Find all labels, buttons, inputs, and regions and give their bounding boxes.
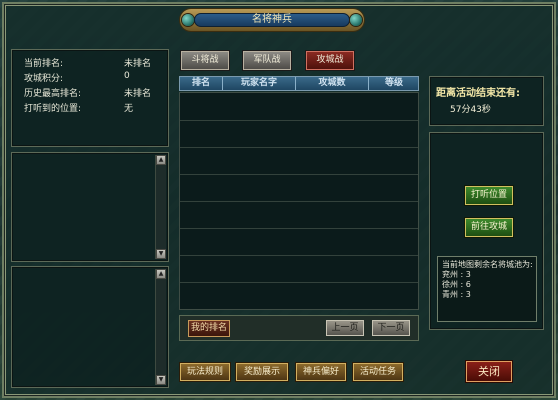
city-name: 徐州: [442, 280, 458, 289]
city-entry: 徐州 : 6: [442, 280, 532, 290]
table-row-divider: [180, 147, 418, 148]
city-count: 3: [465, 290, 471, 299]
next-page-button[interactable]: 下一页: [372, 320, 410, 336]
prev-page-button[interactable]: 上一页: [326, 320, 364, 336]
scroll-up-icon[interactable]: ▲: [156, 155, 166, 165]
stat-value: 无: [124, 104, 134, 114]
stat-best-rank: 历史最高排名: 未排名: [24, 86, 174, 99]
ranking-table-header: 排名 玩家名字 攻城数 等级: [179, 76, 419, 91]
city-name: 青州: [442, 290, 458, 299]
countdown-remaining: 57分43秒: [450, 105, 491, 115]
my-rank-button[interactable]: 我的排名: [188, 320, 230, 337]
city-separator: :: [458, 270, 466, 279]
tab-siege-battle[interactable]: 攻城战: [306, 51, 354, 70]
stat-scouted-location: 打听到的位置: 无: [24, 101, 174, 114]
city-count: 3: [465, 270, 471, 279]
event-tasks-button[interactable]: 活动任务: [353, 363, 403, 381]
close-button[interactable]: 关闭: [466, 361, 512, 382]
weapon-preference-button[interactable]: 神兵偏好: [296, 363, 346, 381]
reward-log-scrollbar[interactable]: ▲ ▼: [155, 269, 166, 385]
stat-value: 未排名: [124, 89, 152, 99]
stat-value: 0: [124, 71, 130, 81]
stat-siege-points: 攻城积分: 0: [24, 71, 174, 84]
stat-value: 未排名: [124, 59, 152, 69]
city-entry: 兖州 : 3: [442, 270, 532, 280]
pager-bar: 我的排名 上一页 下一页: [179, 315, 419, 341]
scroll-down-icon[interactable]: ▼: [156, 375, 166, 385]
table-row-divider: [180, 201, 418, 202]
stat-label: 历史最高排名:: [24, 89, 82, 99]
table-row-divider: [180, 120, 418, 121]
remaining-cities-heading: 当前地图剩余名将城池为:: [442, 260, 533, 269]
reward-log-panel[interactable]: ▲ ▼: [11, 266, 169, 388]
table-row-divider: [180, 174, 418, 175]
window-title-bar: 名将神兵: [180, 9, 364, 31]
table-row-divider: [180, 282, 418, 283]
stat-label: 攻城积分:: [24, 74, 64, 84]
city-entry: 青州 : 3: [442, 290, 532, 300]
rewards-button[interactable]: 奖励展示: [236, 363, 288, 381]
scroll-up-icon[interactable]: ▲: [156, 269, 166, 279]
stat-current-rank: 当前排名: 未排名: [24, 56, 174, 69]
ranking-table-body: [179, 92, 419, 310]
remaining-cities-info: 当前地图剩余名将城池为: 兖州 : 3 徐州 : 6 青州 : 3: [437, 256, 537, 322]
tab-army-battle[interactable]: 军队战: [243, 51, 291, 70]
player-stats-panel: 当前排名: 未排名 攻城积分: 0 历史最高排名: 未排名 打听到的位置: 无: [11, 49, 169, 147]
message-log-scrollbar[interactable]: ▲ ▼: [155, 155, 166, 259]
stat-label: 打听到的位置:: [24, 104, 82, 114]
message-log-panel[interactable]: ▲ ▼: [11, 152, 169, 262]
column-header-player-name: 玩家名字: [240, 78, 277, 88]
rules-button[interactable]: 玩法规则: [180, 363, 230, 381]
column-header-level: 等级: [384, 78, 403, 88]
city-separator: :: [458, 280, 466, 289]
city-name: 兖州: [442, 270, 458, 279]
title-ornament-right-icon: [350, 14, 362, 26]
tab-general-battle[interactable]: 斗将战: [181, 51, 229, 70]
city-separator: :: [458, 290, 466, 299]
scout-location-button[interactable]: 打听位置: [465, 186, 513, 205]
scroll-down-icon[interactable]: ▼: [156, 249, 166, 259]
table-row-divider: [180, 228, 418, 229]
window-title: 名将神兵: [194, 13, 350, 27]
city-count: 6: [465, 280, 471, 289]
column-header-cities-taken: 攻城数: [318, 78, 346, 88]
column-header-rank: 排名: [191, 78, 210, 88]
stat-label: 当前排名:: [24, 59, 64, 69]
go-siege-button[interactable]: 前往攻城: [465, 218, 513, 237]
title-ornament-left-icon: [182, 14, 194, 26]
table-row-divider: [180, 255, 418, 256]
countdown-title: 距离活动结束还有:: [436, 88, 520, 99]
